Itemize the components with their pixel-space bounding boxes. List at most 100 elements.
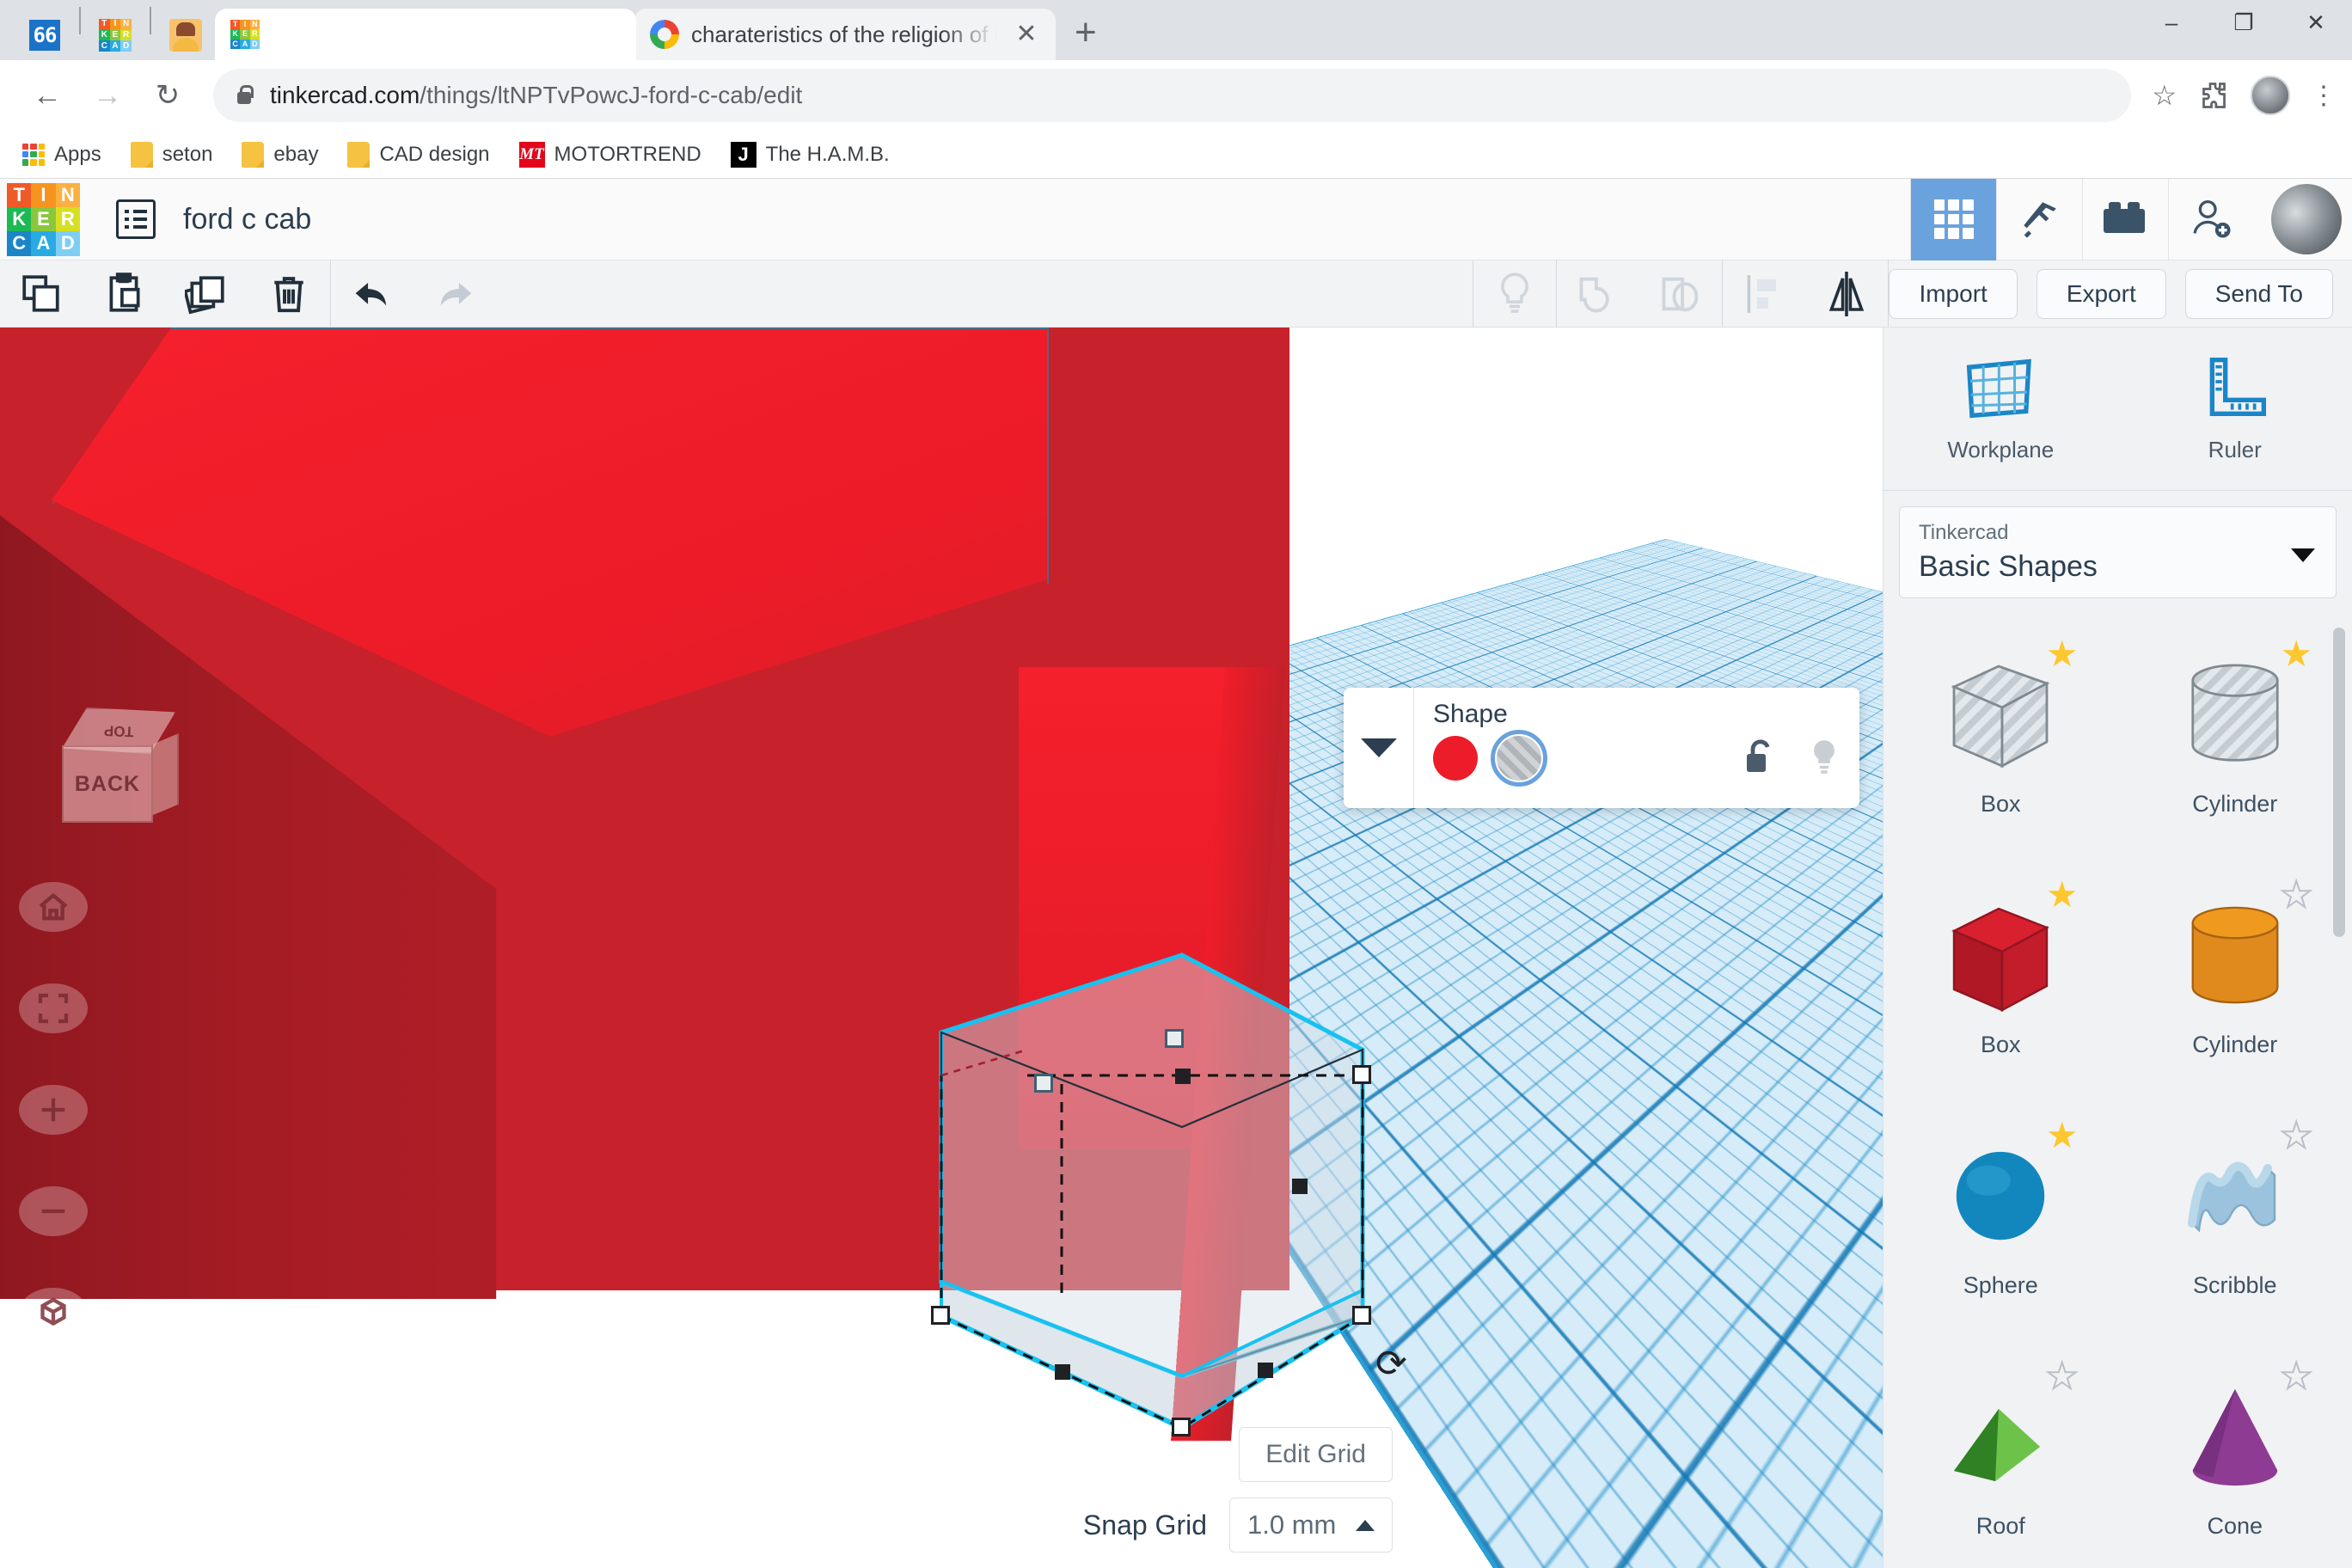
shapes-list[interactable]: ★ Box ★ Cylinder ★ Box ★ Cylinder ★ Sphe…: [1883, 614, 2352, 1568]
fit-to-view-button[interactable]: [19, 983, 88, 1033]
mirror-button[interactable]: [1805, 260, 1888, 327]
favorite-star-icon[interactable]: ★: [2280, 636, 2312, 672]
bookmark-apps[interactable]: Apps: [22, 143, 101, 167]
tinkercad-logo[interactable]: T I N K E R C A D: [7, 182, 80, 256]
favorite-star-icon[interactable]: ★: [2279, 1117, 2313, 1155]
bookmark-the-hamb[interactable]: J The H.A.M.B.: [730, 141, 890, 168]
shape-item-box-red[interactable]: ★ Box: [1883, 861, 2118, 1102]
maximize-button[interactable]: ❐: [2208, 0, 2280, 45]
pinned-tab-tinkercad[interactable]: TIN KER CAD: [86, 10, 144, 60]
profile-avatar[interactable]: [2251, 76, 2290, 115]
favorite-star-icon[interactable]: ★: [2046, 877, 2079, 913]
bookmark-star-icon[interactable]: ☆: [2152, 79, 2177, 112]
shape-item-roof[interactable]: ★ Roof: [1883, 1343, 2118, 1568]
bookmark-ebay[interactable]: ebay: [242, 141, 319, 168]
workplane-move-handle[interactable]: [1034, 1074, 1053, 1093]
zoom-out-button[interactable]: [19, 1186, 88, 1236]
panel-scrollbar[interactable]: [2333, 628, 2345, 937]
edit-toolbar: Import Export Send To: [0, 260, 2352, 328]
unlocked-padlock-icon[interactable]: [1744, 738, 1779, 776]
codeblocks-button[interactable]: [1996, 178, 2082, 260]
light-hole-button[interactable]: [1473, 260, 1556, 327]
3d-viewport[interactable]: ⟳ TOP BACK Shape Edit Grid Snap Grid 1.0…: [0, 328, 1883, 1568]
favorite-star-icon[interactable]: ★: [2279, 876, 2313, 914]
shape-item-cone[interactable]: ★ Cone: [2118, 1343, 2352, 1568]
new-tab-button[interactable]: +: [1075, 14, 1097, 52]
home-view-button[interactable]: [19, 882, 88, 932]
invite-button[interactable]: [2168, 178, 2254, 260]
design-list-icon[interactable]: [116, 199, 156, 239]
shape-inspector-popup[interactable]: Shape: [1344, 688, 1859, 808]
navcube-right-face[interactable]: [151, 733, 179, 816]
bookmark-cad-design[interactable]: CAD design: [347, 141, 490, 168]
shape-label: Cylinder: [2192, 791, 2278, 817]
send-to-button[interactable]: Send To: [2184, 268, 2333, 319]
bookmark-seton[interactable]: seton: [130, 141, 212, 168]
export-button[interactable]: Export: [2036, 268, 2166, 319]
back-button[interactable]: ←: [21, 69, 74, 122]
shape-item-cylinder-orange[interactable]: ★ Cylinder: [2118, 861, 2352, 1102]
resize-handle-edge[interactable]: [1258, 1363, 1273, 1378]
redo-button[interactable]: [413, 260, 496, 327]
browser-menu-icon[interactable]: ⋮: [2311, 83, 2337, 108]
close-window-button[interactable]: ✕: [2280, 0, 2352, 45]
snap-grid-select[interactable]: 1.0 mm: [1229, 1498, 1393, 1553]
google-icon: [650, 20, 679, 49]
designs-grid-button[interactable]: [1910, 178, 1996, 260]
resize-handle-corner[interactable]: [1352, 1065, 1371, 1084]
minimize-button[interactable]: –: [2135, 0, 2208, 45]
resize-handle-edge[interactable]: [1292, 1179, 1308, 1194]
favorite-star-icon[interactable]: ★: [2279, 1357, 2313, 1395]
forward-button[interactable]: →: [81, 69, 134, 122]
shape-item-box-hole[interactable]: ★ Box: [1883, 621, 2118, 861]
solid-color-swatch[interactable]: [1433, 736, 1478, 781]
popup-collapse-button[interactable]: [1344, 688, 1414, 808]
reload-button[interactable]: ↻: [141, 69, 194, 122]
shape-library-select[interactable]: Tinkercad Basic Shapes: [1899, 506, 2337, 598]
app-header-actions: [1910, 178, 2352, 260]
copy-button[interactable]: [0, 260, 83, 327]
edit-grid-button[interactable]: Edit Grid: [1239, 1427, 1393, 1482]
bookmark-motortrend[interactable]: MT MOTORTREND: [518, 141, 701, 168]
paste-button[interactable]: [83, 260, 165, 327]
close-icon[interactable]: ✕: [1009, 21, 1044, 47]
view-navigation-cube[interactable]: TOP BACK: [41, 707, 196, 828]
favorite-star-icon[interactable]: ★: [2046, 1118, 2079, 1154]
height-handle[interactable]: [1165, 1029, 1184, 1048]
resize-handle-edge[interactable]: [1055, 1364, 1070, 1380]
ortho-perspective-button[interactable]: [19, 1288, 88, 1338]
shape-item-sphere[interactable]: ★ Sphere: [1883, 1102, 2118, 1343]
bricks-button[interactable]: [2082, 178, 2168, 260]
navcube-front-face[interactable]: BACK: [62, 745, 153, 823]
lightbulb-icon[interactable]: [1808, 738, 1841, 777]
favorite-star-icon[interactable]: ★: [2045, 1357, 2079, 1395]
page-title[interactable]: ford c cab: [183, 203, 311, 236]
bookmark-label: ebay: [273, 142, 319, 166]
group-button[interactable]: [1557, 260, 1639, 327]
align-button[interactable]: [1723, 260, 1805, 327]
extensions-icon[interactable]: [2197, 80, 2228, 111]
undo-button[interactable]: [331, 260, 413, 327]
tab-google-search[interactable]: charateristics of the religion of isr ✕: [634, 9, 1056, 60]
panel-collapse-handle[interactable]: ❯: [1852, 901, 1883, 995]
ruler-tool[interactable]: Ruler: [2118, 328, 2352, 490]
resize-handle-corner[interactable]: [1352, 1306, 1371, 1325]
user-avatar[interactable]: [2271, 184, 2342, 254]
hole-swatch[interactable]: [1491, 730, 1547, 787]
tab-ford-c-cab[interactable]: TIN KER CAD: [215, 9, 636, 60]
delete-button[interactable]: [248, 260, 330, 327]
folder-icon: [347, 141, 371, 168]
resize-handle-corner[interactable]: [931, 1306, 950, 1325]
zoom-in-button[interactable]: [19, 1085, 88, 1135]
shape-item-scribble[interactable]: ★ Scribble: [2118, 1102, 2352, 1343]
shape-item-cylinder-hole[interactable]: ★ Cylinder: [2118, 621, 2352, 861]
pinned-tab-avatar[interactable]: [156, 10, 215, 60]
ungroup-button[interactable]: [1639, 260, 1722, 327]
favorite-star-icon[interactable]: ★: [2046, 636, 2079, 672]
address-bar[interactable]: tinkercad.com/things/ltNPTvPowcJ-ford-c-…: [213, 69, 2132, 122]
duplicate-button[interactable]: [165, 260, 248, 327]
pinned-tab-66[interactable]: 66: [15, 10, 74, 60]
resize-handle-edge[interactable]: [1175, 1069, 1191, 1084]
workplane-tool[interactable]: Workplane: [1883, 328, 2118, 490]
import-button[interactable]: Import: [1889, 268, 2018, 319]
